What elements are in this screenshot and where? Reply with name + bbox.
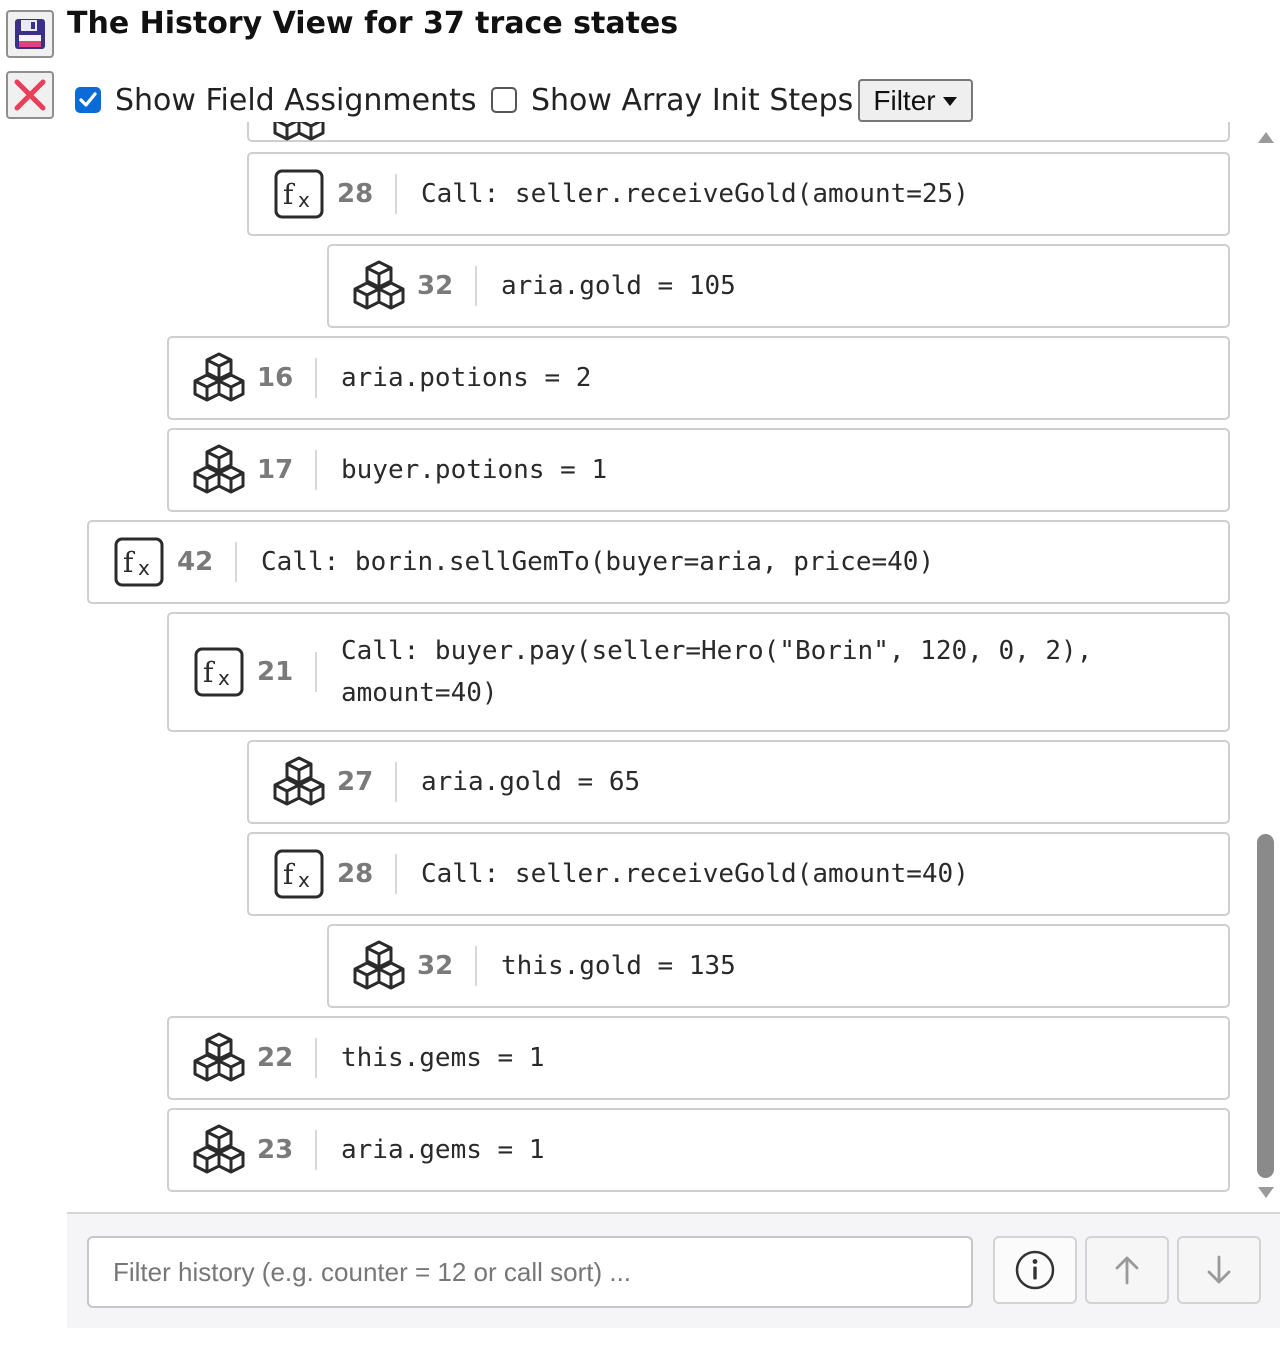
- line-number: 22: [257, 1038, 317, 1078]
- filter-button-label: Filter: [873, 84, 936, 116]
- entry-text: this.gold = 135: [501, 951, 736, 981]
- cubes-icon: [273, 756, 325, 808]
- svg-text:x: x: [138, 556, 150, 580]
- show-field-assignments-toggle[interactable]: Show Field Assignments: [75, 80, 477, 120]
- svg-text:f: f: [123, 546, 136, 579]
- svg-text:x: x: [298, 868, 310, 892]
- history-list: f x 28 Call: seller.receiveGold(amount=25)…: [0, 122, 1250, 1210]
- line-number: 28: [337, 854, 397, 894]
- svg-text:f: f: [283, 858, 296, 891]
- scrollbar[interactable]: [1252, 122, 1280, 1210]
- save-button[interactable]: [6, 10, 54, 58]
- history-call-entry[interactable]: f x 28 Call: seller.receiveGold(amount=25): [247, 152, 1230, 236]
- bottom-toolbar: [67, 1212, 1280, 1328]
- next-match-button[interactable]: [1177, 1236, 1261, 1304]
- history-call-entry[interactable]: f x 42 Call: borin.sellGemTo(buyer=aria, p…: [87, 520, 1230, 604]
- arrow-down-icon: [1207, 1255, 1231, 1284]
- show-array-init-steps-checkbox[interactable]: [491, 87, 517, 113]
- line-number: 17: [257, 450, 317, 490]
- scroll-thumb[interactable]: [1257, 834, 1274, 1178]
- floppy-disk-icon: [15, 19, 45, 49]
- history-field-entry[interactable]: 16 aria.potions = 2: [167, 336, 1230, 420]
- svg-text:x: x: [298, 188, 310, 212]
- svg-text:f: f: [283, 178, 296, 211]
- cubes-icon: [193, 352, 245, 404]
- entry-text: this.gems = 1: [341, 1043, 545, 1073]
- info-circle-icon: [1015, 1250, 1055, 1290]
- history-field-entry[interactable]: 22 this.gems = 1: [167, 1016, 1230, 1100]
- history-field-entry[interactable]: 32 aria.gold = 105: [327, 244, 1230, 328]
- line-number: 27: [337, 762, 397, 802]
- entry-text: aria.gold = 65: [421, 767, 641, 797]
- line-number: 16: [257, 358, 317, 398]
- show-field-assignments-label: Show Field Assignments: [115, 82, 477, 118]
- checkmark-icon: [79, 92, 97, 107]
- function-icon: f x: [273, 168, 325, 220]
- history-call-entry[interactable]: f x 28 Call: seller.receiveGold(amount=40): [247, 832, 1230, 916]
- show-array-init-steps-toggle[interactable]: Show Array Init Steps: [491, 80, 853, 120]
- line-number: 21: [257, 652, 317, 692]
- entry-text: Call: seller.receiveGold(amount=40): [421, 859, 969, 889]
- entry-text: Call: borin.sellGemTo(buyer=aria, price=…: [261, 547, 935, 577]
- show-field-assignments-checkbox[interactable]: [75, 87, 101, 113]
- line-number: 42: [177, 542, 237, 582]
- history-field-entry[interactable]: 27 aria.gold = 65: [247, 740, 1230, 824]
- cubes-icon: [193, 1124, 245, 1176]
- entry-text: aria.gems = 1: [341, 1135, 545, 1165]
- info-button[interactable]: [993, 1236, 1077, 1304]
- cubes-icon: [273, 122, 325, 143]
- function-icon: f x: [273, 848, 325, 900]
- caret-down-icon: [942, 96, 957, 106]
- svg-text:f: f: [203, 656, 216, 689]
- history-field-entry[interactable]: 17 buyer.potions = 1: [167, 428, 1230, 512]
- entry-text: aria.gold = 105: [501, 271, 736, 301]
- filter-history-input[interactable]: [87, 1236, 973, 1308]
- history-entry-partial[interactable]: [247, 122, 1230, 142]
- filter-dropdown-button[interactable]: Filter: [858, 79, 973, 122]
- history-field-entry[interactable]: 23 aria.gems = 1: [167, 1108, 1230, 1192]
- entry-text: Call: buyer.pay(seller=Hero("Borin", 120…: [341, 636, 1109, 708]
- entry-text: Call: seller.receiveGold(amount=25): [421, 179, 969, 209]
- previous-match-button[interactable]: [1085, 1236, 1169, 1304]
- show-array-init-steps-label: Show Array Init Steps: [531, 82, 854, 118]
- close-button[interactable]: [6, 71, 54, 119]
- cubes-icon: [193, 444, 245, 496]
- svg-text:x: x: [218, 666, 230, 690]
- entry-text: buyer.potions = 1: [341, 455, 608, 485]
- page-title: The History View for 37 trace states: [67, 6, 679, 41]
- line-number: 32: [417, 266, 477, 306]
- history-field-entry[interactable]: 32 this.gold = 135: [327, 924, 1230, 1008]
- line-number: 23: [257, 1130, 317, 1170]
- entry-text: aria.potions = 2: [341, 363, 592, 393]
- function-icon: f x: [113, 536, 165, 588]
- line-number: 28: [337, 174, 397, 214]
- cubes-icon: [193, 1032, 245, 1084]
- arrow-up-icon: [1115, 1256, 1139, 1285]
- scroll-down-arrow-icon[interactable]: [1257, 1186, 1275, 1200]
- line-number: 32: [417, 946, 477, 986]
- scroll-up-arrow-icon[interactable]: [1257, 130, 1275, 144]
- history-call-entry[interactable]: f x 21 Call: buyer.pay(seller=Hero("Borin"…: [167, 612, 1230, 732]
- red-x-icon: [14, 79, 46, 111]
- function-icon: f x: [193, 646, 245, 698]
- cubes-icon: [353, 260, 405, 312]
- cubes-icon: [353, 940, 405, 992]
